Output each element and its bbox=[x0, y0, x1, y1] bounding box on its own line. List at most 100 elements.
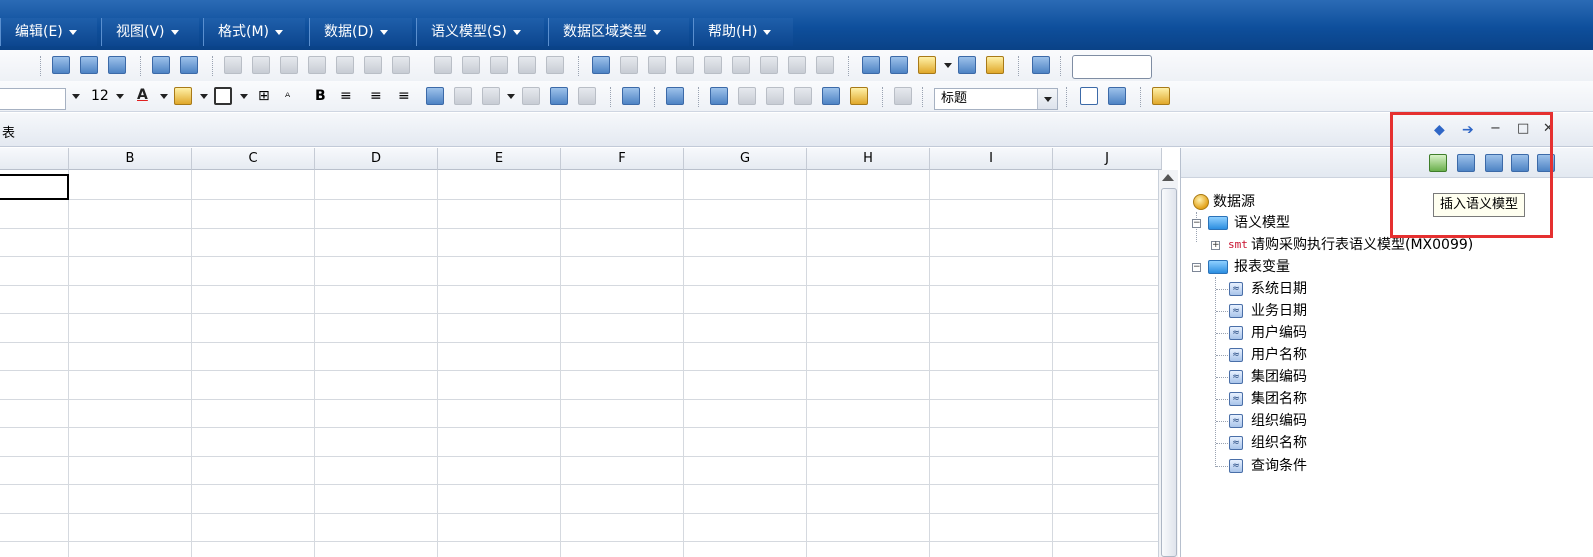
condition-icon[interactable] bbox=[620, 56, 638, 74]
cell-style-select[interactable]: 标题 bbox=[934, 88, 1058, 110]
star-icon[interactable] bbox=[704, 56, 722, 74]
align-left-icon[interactable]: ≡ bbox=[340, 87, 352, 105]
bold-icon[interactable]: B bbox=[315, 87, 326, 105]
column-header-a[interactable] bbox=[0, 148, 69, 170]
menu-data[interactable]: 数据(D) bbox=[309, 18, 412, 46]
tree-node-report-variables[interactable]: 报表变量 bbox=[1234, 257, 1290, 277]
copy-format-icon[interactable] bbox=[52, 56, 70, 74]
column-header-i[interactable]: I bbox=[930, 148, 1053, 170]
table-icon[interactable] bbox=[364, 56, 382, 74]
vertical-scrollbar[interactable] bbox=[1158, 170, 1178, 557]
font-size-value[interactable]: 12 bbox=[91, 87, 109, 105]
tree-variable[interactable]: 组织名称 bbox=[1251, 433, 1307, 453]
align-right-icon[interactable]: ≡ bbox=[398, 87, 410, 105]
subtotal-icon[interactable] bbox=[336, 56, 354, 74]
print-icon[interactable] bbox=[180, 56, 198, 74]
font-name-input[interactable] bbox=[0, 88, 66, 110]
folder-gray-icon[interactable] bbox=[794, 87, 812, 105]
cut-icon[interactable] bbox=[862, 56, 880, 74]
chevron-down-icon[interactable] bbox=[507, 94, 515, 99]
style-icon[interactable] bbox=[894, 87, 912, 105]
scroll-up-icon[interactable] bbox=[1162, 174, 1174, 181]
chart-insert-icon[interactable] bbox=[482, 87, 500, 105]
menu-data-area-type[interactable]: 数据区域类型 bbox=[548, 18, 689, 46]
collapse-icon[interactable]: − bbox=[1192, 219, 1201, 228]
sort-icon[interactable] bbox=[224, 56, 242, 74]
tree-node-semantic-model[interactable]: 语义模型 bbox=[1234, 213, 1290, 233]
insert-row-icon[interactable] bbox=[434, 56, 452, 74]
column-header-e[interactable]: E bbox=[438, 148, 561, 170]
tree-variable[interactable]: 查询条件 bbox=[1251, 456, 1307, 476]
split-cells-icon[interactable] bbox=[454, 87, 472, 105]
lock-icon[interactable] bbox=[676, 56, 694, 74]
border-icon[interactable] bbox=[214, 87, 232, 105]
filter-icon[interactable] bbox=[252, 56, 270, 74]
people-icon[interactable] bbox=[738, 87, 756, 105]
wrap-icon[interactable]: ⊞ bbox=[258, 87, 270, 105]
sheet-tab-fragment[interactable]: 表 bbox=[2, 122, 15, 141]
column-header-g[interactable]: G bbox=[684, 148, 807, 170]
font-color-icon[interactable]: A bbox=[137, 86, 148, 104]
menu-semantic-model[interactable]: 语义模型(S) bbox=[416, 18, 544, 46]
refresh-frame-icon[interactable] bbox=[1108, 87, 1126, 105]
tree-variable[interactable]: 业务日期 bbox=[1251, 301, 1307, 321]
comment-icon[interactable] bbox=[578, 87, 596, 105]
formula-icon[interactable] bbox=[490, 56, 508, 74]
fill-color-icon[interactable] bbox=[174, 87, 192, 105]
dropdown-button[interactable] bbox=[1037, 89, 1057, 109]
calc-icon[interactable] bbox=[648, 56, 666, 74]
copy-icon[interactable] bbox=[732, 56, 750, 74]
chevron-down-icon[interactable] bbox=[116, 94, 124, 99]
column-header-c[interactable]: C bbox=[192, 148, 315, 170]
group-icon[interactable] bbox=[308, 56, 326, 74]
expand-icon[interactable]: + bbox=[1211, 241, 1220, 250]
column-header-f[interactable]: F bbox=[561, 148, 684, 170]
funnel-icon[interactable] bbox=[280, 56, 298, 74]
image-icon[interactable] bbox=[522, 87, 540, 105]
tree-root-datasource[interactable]: 数据源 bbox=[1213, 192, 1255, 212]
preview-icon[interactable] bbox=[108, 56, 126, 74]
properties-icon[interactable] bbox=[1152, 87, 1170, 105]
find-icon[interactable] bbox=[1032, 56, 1050, 74]
picture-icon[interactable] bbox=[550, 87, 568, 105]
insert-col-icon[interactable] bbox=[462, 56, 480, 74]
frame-icon[interactable] bbox=[1080, 87, 1098, 105]
collapse-icon[interactable]: − bbox=[1192, 263, 1201, 272]
chevron-down-icon[interactable] bbox=[944, 63, 952, 68]
tree-item-semantic-model[interactable]: 请购采购执行表语义模型(MX0099) bbox=[1251, 235, 1473, 255]
font-shrink-icon[interactable]: ᴬ bbox=[285, 88, 290, 106]
chevron-down-icon[interactable] bbox=[160, 94, 168, 99]
tree-variable[interactable]: 集团名称 bbox=[1251, 389, 1307, 409]
search-small-icon[interactable] bbox=[816, 56, 834, 74]
clear-icon[interactable] bbox=[958, 56, 976, 74]
list-icon[interactable] bbox=[788, 56, 806, 74]
merge-icon[interactable] bbox=[546, 56, 564, 74]
tree-variable[interactable]: 集团编码 bbox=[1251, 367, 1307, 387]
chevron-down-icon[interactable] bbox=[72, 94, 80, 99]
tree-variable[interactable]: 系统日期 bbox=[1251, 279, 1307, 299]
menu-edit[interactable]: 编辑(E) bbox=[0, 18, 97, 46]
brush-icon[interactable] bbox=[986, 56, 1004, 74]
grid-settings-icon[interactable] bbox=[710, 87, 728, 105]
menu-help[interactable]: 帮助(H) bbox=[693, 18, 793, 46]
copy-icon[interactable] bbox=[890, 56, 908, 74]
scroll-thumb[interactable] bbox=[1161, 188, 1177, 557]
chevron-down-icon[interactable] bbox=[240, 94, 248, 99]
globe-sheet-icon[interactable] bbox=[622, 87, 640, 105]
save-icon[interactable] bbox=[80, 56, 98, 74]
tree-variable[interactable]: 组织编码 bbox=[1251, 411, 1307, 431]
search-input[interactable] bbox=[1072, 55, 1152, 79]
print-preview-icon[interactable] bbox=[152, 56, 170, 74]
tree-variable[interactable]: 用户名称 bbox=[1251, 345, 1307, 365]
user-icon[interactable] bbox=[850, 87, 868, 105]
chevron-down-icon[interactable] bbox=[200, 94, 208, 99]
layout-icon[interactable] bbox=[760, 56, 778, 74]
settings-sheet-icon[interactable] bbox=[592, 56, 610, 74]
link-icon[interactable] bbox=[518, 56, 536, 74]
chart-icon[interactable] bbox=[392, 56, 410, 74]
user-search-icon[interactable] bbox=[822, 87, 840, 105]
spreadsheet-grid[interactable]: B C D E F G H I J bbox=[0, 148, 1162, 557]
column-header-d[interactable]: D bbox=[315, 148, 438, 170]
merge-cells-icon[interactable] bbox=[426, 87, 444, 105]
menu-view[interactable]: 视图(V) bbox=[101, 18, 199, 46]
